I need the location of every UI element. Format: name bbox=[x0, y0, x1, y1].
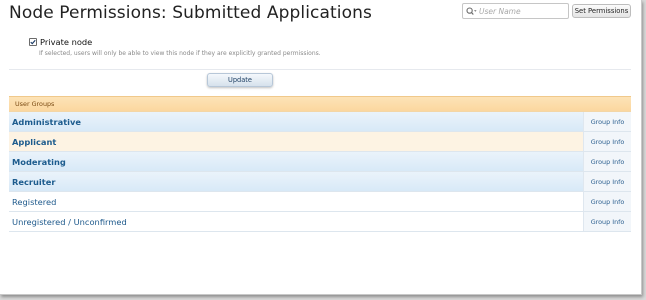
group-link-applicant[interactable]: Applicant bbox=[9, 132, 583, 151]
group-info-link[interactable]: Group Info bbox=[583, 152, 631, 171]
user-groups-header: User Groups bbox=[9, 96, 631, 112]
group-row-applicant: Applicant Group Info bbox=[9, 132, 631, 152]
divider bbox=[9, 69, 631, 70]
group-link-administrative[interactable]: Administrative bbox=[9, 112, 583, 131]
group-row-unregistered: Unregistered / Unconfirmed Group Info bbox=[9, 212, 631, 232]
private-node-checkbox[interactable] bbox=[29, 38, 37, 46]
user-name-input[interactable] bbox=[479, 5, 565, 17]
set-permissions-button[interactable]: Set Permissions bbox=[572, 4, 631, 18]
group-row-administrative: Administrative Group Info bbox=[9, 112, 631, 132]
user-search-box[interactable] bbox=[462, 3, 569, 19]
group-info-link[interactable]: Group Info bbox=[583, 132, 631, 151]
group-info-link[interactable]: Group Info bbox=[583, 172, 631, 191]
group-row-moderating: Moderating Group Info bbox=[9, 152, 631, 172]
update-button[interactable]: Update bbox=[207, 73, 273, 87]
user-groups-table: User Groups Administrative Group Info Ap… bbox=[9, 96, 631, 232]
group-row-recruiter: Recruiter Group Info bbox=[9, 172, 631, 192]
group-link-moderating[interactable]: Moderating bbox=[9, 152, 583, 171]
group-row-registered: Registered Group Info bbox=[9, 192, 631, 212]
checkmark-icon bbox=[30, 39, 36, 45]
page-title: Node Permissions: Submitted Applications bbox=[9, 3, 372, 23]
search-icon bbox=[463, 4, 479, 18]
group-link-recruiter[interactable]: Recruiter bbox=[9, 172, 583, 191]
private-node-hint: If selected, users will only be able to … bbox=[39, 50, 321, 57]
private-node-option[interactable]: Private node bbox=[29, 37, 92, 47]
group-link-registered[interactable]: Registered bbox=[9, 192, 583, 211]
group-info-link[interactable]: Group Info bbox=[583, 192, 631, 211]
group-info-link[interactable]: Group Info bbox=[583, 112, 631, 131]
group-link-unregistered[interactable]: Unregistered / Unconfirmed bbox=[9, 212, 583, 231]
group-info-link[interactable]: Group Info bbox=[583, 212, 631, 231]
private-node-label: Private node bbox=[40, 37, 93, 47]
permissions-panel: Node Permissions: Submitted Applications… bbox=[0, 0, 642, 295]
